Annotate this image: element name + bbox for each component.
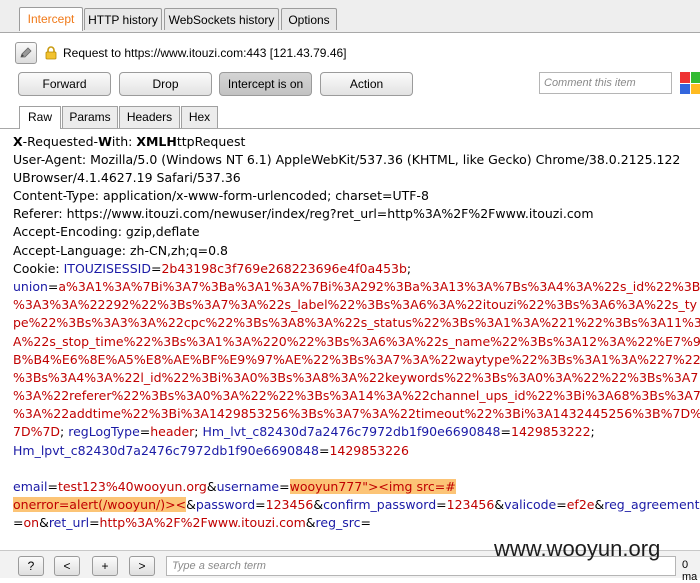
body-line: =on&ret_url=http%3A%2F%2Fwww.itouzi.com&… (13, 515, 372, 530)
forward-button[interactable]: Forward (18, 72, 111, 96)
tab-http-history[interactable]: HTTP history (84, 8, 162, 30)
tab-params[interactable]: Params (62, 106, 118, 128)
request-target-label: Request to https://www.itouzi.com:443 [1… (63, 46, 347, 60)
header-line: X-Requested-With: XMLHttpRequest (13, 134, 246, 149)
body-line: email=test123%40wooyun.org&username=wooy… (13, 479, 456, 494)
action-button[interactable]: Action (320, 72, 413, 96)
watermark-text: www.wooyun.org (494, 536, 661, 561)
highlight-color-icon[interactable] (680, 72, 700, 94)
intercept-panel: Request to https://www.itouzi.com:443 [1… (0, 33, 700, 583)
tab-intercept[interactable]: Intercept (19, 7, 83, 31)
help-button[interactable]: ? (18, 556, 44, 576)
match-count: 0 ma (682, 559, 698, 583)
raw-request-editor[interactable]: X-Requested-With: XMLHttpRequest User-Ag… (0, 129, 700, 549)
body-line: onerror=alert(/wooyun/)><&password=12345… (13, 497, 700, 512)
tab-raw[interactable]: Raw (19, 106, 61, 129)
header-line: UBrowser/4.1.4627.19 Safari/537.36 (13, 170, 241, 185)
cookie-line: pe%22%3Bs%3A3%3A%22cpc%22%3Bs%3A8%3A%22s… (13, 315, 700, 330)
header-line: Content-Type: application/x-www-form-url… (13, 188, 429, 203)
top-tab-bar: Intercept HTTP history WebSockets histor… (0, 0, 700, 33)
header-line: Accept-Language: zh-CN,zh;q=0.8 (13, 243, 229, 258)
comment-input[interactable]: Comment this item (539, 72, 672, 94)
cookie-line: Hm_lpvt_c82430d7a2476c7972db1f90e6690848… (13, 443, 409, 458)
cookie-line: Cookie: ITOUZISESSID=2b43198c3f769e26822… (13, 261, 412, 276)
add-button[interactable]: + (92, 556, 118, 576)
tab-headers[interactable]: Headers (119, 106, 180, 128)
xss-payload-highlight: wooyun777"><img src=# (289, 479, 456, 494)
edit-pencil-icon[interactable] (15, 42, 37, 64)
cookie-line: A%22s_stop_time%22%3Bs%3A1%3A%220%22%3Bs… (13, 334, 700, 349)
message-view-tabs: Raw Params Headers Hex (0, 106, 700, 129)
xss-payload-highlight: onerror=alert(/wooyun/)>< (13, 497, 187, 512)
tab-websockets-history[interactable]: WebSockets history (164, 8, 279, 30)
intercept-toggle-button[interactable]: Intercept is on (219, 72, 312, 96)
next-match-button[interactable]: > (129, 556, 155, 576)
header-line: Referer: https://www.itouzi.com/newuser/… (13, 206, 594, 221)
cookie-line: %3A%22referer%22%3Bs%3A0%3A%22%22%3Bs%3A… (13, 388, 700, 403)
previous-match-button[interactable]: < (54, 556, 80, 576)
cookie-line: 7D%7D; regLogType=header; Hm_lvt_c82430d… (13, 424, 595, 439)
cookie-line: %3A3%3A%22292%22%3Bs%3A7%3A%22s_label%22… (13, 297, 697, 312)
request-info-bar: Request to https://www.itouzi.com:443 [1… (15, 41, 347, 65)
header-line: Accept-Encoding: gzip,deflate (13, 224, 200, 239)
tab-hex[interactable]: Hex (181, 106, 218, 128)
cookie-line: %3A%22addtime%22%3Bi%3A1429853256%3Bs%3A… (13, 406, 700, 421)
drop-button[interactable]: Drop (119, 72, 212, 96)
tab-options[interactable]: Options (281, 8, 337, 30)
lock-icon (45, 46, 57, 60)
cookie-line: B%B4%E6%8E%A5%E8%AE%BF%E9%97%AE%22%3Bs%3… (13, 352, 700, 367)
cookie-line: %3Bs%3A4%3A%22l_id%22%3Bi%3A0%3Bs%3A8%3A… (13, 370, 699, 385)
cookie-line: union=a%3A1%3A%7Bi%3A7%3Ba%3A1%3A%7Bi%3A… (13, 279, 700, 294)
header-line: User-Agent: Mozilla/5.0 (Windows NT 6.1)… (13, 152, 681, 167)
